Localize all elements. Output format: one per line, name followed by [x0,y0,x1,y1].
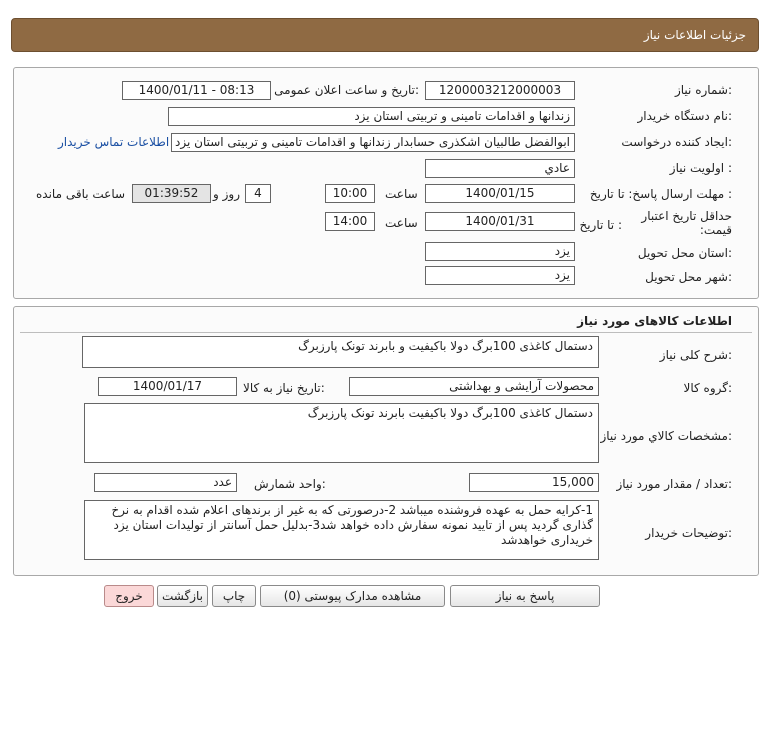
goods-section-divider [20,332,752,333]
reply-button[interactable]: پاسخ به نیاز [450,585,600,607]
qty-field: 15,000 [469,473,599,492]
back-button[interactable]: بازگشت [157,585,208,607]
buyer-contact-link[interactable]: اطلاعات تماس خریدار [58,135,169,149]
spec-field: دستمال کاغذی 100برگ دولا باکیفیت بابرند … [84,403,599,463]
page-title: جزئیات اطلاعات نیاز [643,28,746,42]
print-button[interactable]: چاپ [212,585,256,607]
days-field: 4 [245,184,271,203]
group-field: محصولات آرایشی و بهداشتی [349,377,599,396]
notes-label: توضیحات خریدار: [645,526,732,540]
need-number-field: 1200003212000003 [425,81,575,100]
exit-button[interactable]: خروج [104,585,154,607]
validity-to-label: تا تاریخ : [579,218,622,232]
goods-section-title: اطلاعات کالاهای مورد نیاز [577,314,732,328]
province-label: استان محل تحویل: [637,246,732,260]
group-label: گروه کالا: [683,381,733,395]
unit-field: عدد [94,473,237,492]
unit-label: واحد شمارش: [254,477,326,491]
creator-label: ایجاد کننده درخواست: [621,135,732,149]
buyer-label: نام دستگاه خریدار: [637,109,733,123]
deadline-time-label: ساعت [385,187,418,201]
summary-label: شرح کلی نیاز: [659,348,732,362]
buyer-field: زندانها و اقدامات تامینی و تربیتی استان … [168,107,575,126]
summary-field: دستمال کاغذی 100برگ دولا باکیفیت و بابرن… [82,336,599,368]
validity-label: حداقل تاریخ اعتبار قیمت: [641,209,732,237]
priority-label: اولویت نیاز : [669,161,732,175]
need-number-label: شماره نیاز: [674,83,732,97]
notes-field: 1-کرایه حمل به عهده فروشنده میباشد 2-درص… [84,500,599,560]
days-suffix-label: روز و [213,187,240,201]
spec-label: مشخصات کالاي مورد نیاز: [600,429,732,443]
province-field: یزد [425,242,575,261]
qty-label: تعداد / مقدار مورد نیاز: [616,477,732,491]
announce-field: 1400/01/11 - 08:13 [122,81,271,100]
deadline-time-field: 10:00 [325,184,375,203]
deadline-date-field: 1400/01/15 [425,184,575,203]
priority-field: عادي [425,159,575,178]
validity-date-field: 1400/01/31 [425,212,575,231]
creator-field: ابوالفضل طالبیان اشکذری حسابدار زندانها … [171,133,575,152]
validity-time-label: ساعت [385,216,418,230]
city-label: شهر محل تحویل: [645,270,732,284]
validity-time-field: 14:00 [325,212,375,231]
city-field: یزد [425,266,575,285]
need-date-field: 1400/01/17 [98,377,237,396]
need-date-label: تاریخ نیاز به کالا: [243,381,325,395]
need-info-panel [13,67,759,299]
deadline-label: مهلت ارسال پاسخ: تا تاریخ : [589,187,732,201]
remaining-label: ساعت باقی مانده [36,187,126,201]
attachments-button[interactable]: مشاهده مدارک پیوستی (0) [260,585,445,607]
page-header: جزئیات اطلاعات نیاز [11,18,759,52]
announce-label: تاریخ و ساعت اعلان عمومی: [274,83,419,97]
remaining-time-field: 01:39:52 [132,184,211,203]
